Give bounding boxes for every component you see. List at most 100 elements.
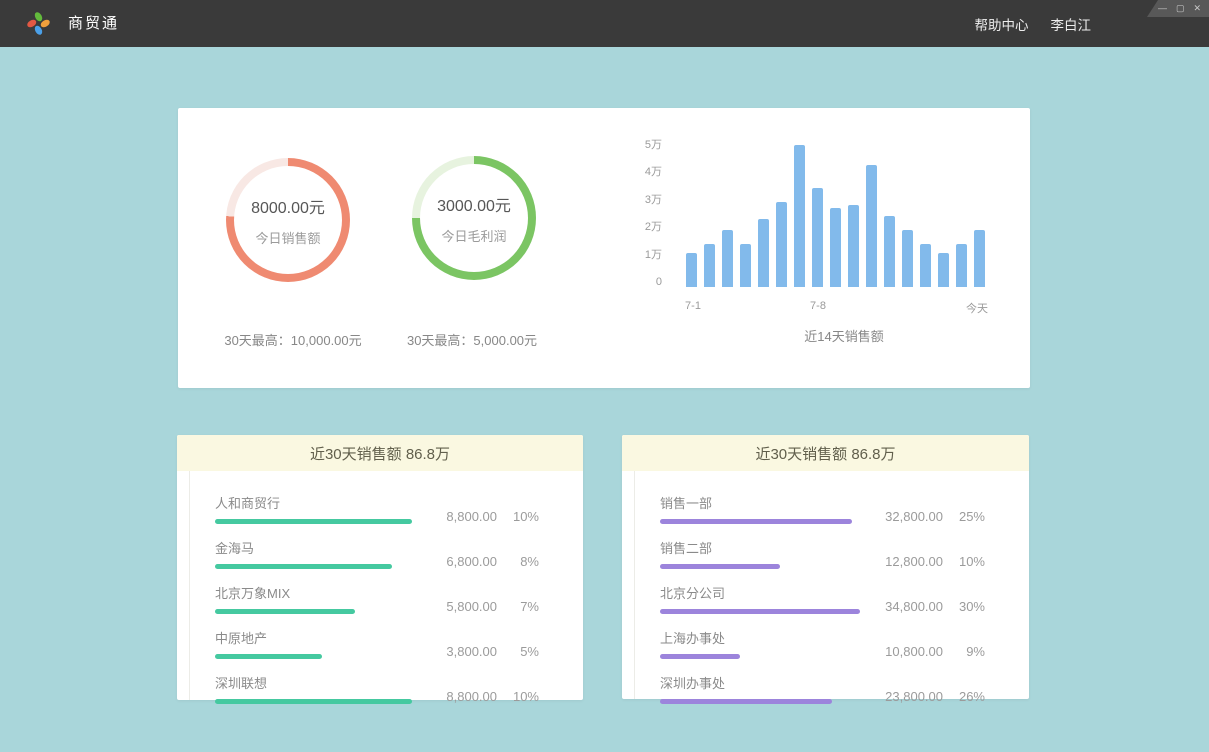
ranking-row: 北京分公司 34,800.0030% (660, 583, 985, 614)
sales-bar (902, 230, 913, 287)
sales-bar (830, 208, 841, 288)
x-axis-tick: 7-8 (810, 300, 826, 312)
x-axis-tick: 7-1 (685, 300, 701, 312)
sales-bar (866, 165, 877, 287)
customer-ranking-list: 人和商贸行8,800.0010%金海马6,800.008%北京万象MIX5,80… (177, 471, 583, 704)
y-axis-tick: 0 (578, 276, 662, 289)
ranking-row-values: 34,800.0030% (869, 599, 985, 614)
sales-bar (956, 244, 967, 287)
window-minimize-button[interactable]: — (1158, 4, 1167, 13)
ranking-row-values: 8,800.0010% (423, 509, 539, 524)
today-profit-label: 今日毛利润 (441, 226, 506, 245)
overview-card: 8000.00元 今日销售额 3000.00元 今日毛利润 30天最高：10,0… (178, 108, 1030, 388)
sales-bar (812, 188, 823, 287)
ranking-item-percent: 10% (943, 554, 985, 569)
sales-bar (884, 216, 895, 287)
department-ranking-header: 近30天销售额 86.8万 (622, 435, 1029, 471)
ranking-row: 销售二部 12,800.0010% (660, 538, 985, 569)
ranking-item-percent: 25% (943, 509, 985, 524)
today-sales-label: 今日销售额 (255, 228, 320, 247)
ranking-item-percent: 10% (497, 689, 539, 704)
ranking-row-left: 销售二部 (660, 538, 780, 569)
y-axis-tick: 1万 (578, 249, 662, 262)
ranking-item-bar (215, 519, 412, 524)
help-center-link[interactable]: 帮助中心 (975, 14, 1029, 34)
customer-ranking-body: 人和商贸行 8,800.0010% 金海马 6,800.008% 北京万象MIX5,80… (177, 471, 583, 700)
app-logo-icon (25, 10, 52, 37)
ranking-item-name: 销售一部 (660, 493, 852, 512)
ranking-row-left: 深圳联想 (215, 673, 412, 704)
today-profit-donut-center: 3000.00元 今日毛利润 (420, 164, 528, 272)
title-bar-right: 帮助中心 李白江 (975, 0, 1092, 47)
ranking-row-values: 6,800.008% (423, 554, 539, 569)
ranking-item-percent: 8% (497, 554, 539, 569)
y-axis-tick: 2万 (578, 221, 662, 234)
today-sales-value: 8000.00元 (251, 194, 325, 218)
ranking-row: 北京万象MIX5,800.007% (215, 583, 539, 614)
ranking-row-left: 金海马 (215, 538, 392, 569)
window-close-button[interactable]: ✕ (1193, 4, 1201, 13)
sales-bar (704, 244, 715, 287)
ranking-row: 上海办事处 10,800.009% (660, 628, 985, 659)
sales-bar (686, 253, 697, 287)
customer-ranking-header: 近30天销售额 86.8万 (177, 435, 583, 471)
ranking-row-values: 32,800.0025% (869, 509, 985, 524)
ranking-item-percent: 10% (497, 509, 539, 524)
ranking-row-left: 中原地产 (215, 628, 322, 659)
sales-bar (920, 244, 931, 287)
ranking-row-values: 10,800.009% (869, 644, 985, 659)
ranking-item-bar (660, 654, 740, 659)
ranking-item-amount: 8,800.00 (423, 509, 497, 524)
sales-bar (848, 205, 859, 287)
department-ranking-body: 销售一部 32,800.0025% 销售二部 12,800.0010% 北京分公司 34,… (622, 471, 1029, 699)
sales-bar (938, 253, 949, 287)
ranking-item-amount: 34,800.00 (869, 599, 943, 614)
ranking-item-bar (660, 609, 860, 614)
ranking-row-values: 12,800.0010% (869, 554, 985, 569)
ranking-item-name: 销售二部 (660, 538, 780, 557)
ranking-row: 金海马 6,800.008% (215, 538, 539, 569)
sales-bar (740, 244, 751, 287)
x-axis-tick: 今天 (966, 300, 988, 316)
ranking-row-left: 人和商贸行 (215, 493, 412, 524)
ranking-item-name: 金海马 (215, 538, 392, 557)
ranking-item-bar (215, 699, 412, 704)
ranking-row-left: 销售一部 (660, 493, 852, 524)
ranking-row-left: 北京分公司 (660, 583, 860, 614)
app-title: 商贸通 (68, 0, 119, 47)
y-axis-tick: 5万 (578, 139, 662, 152)
sales-bar (776, 202, 787, 287)
customer-ranking-title: 近30天销售额 86.8万 (310, 443, 450, 464)
sales-bar (758, 219, 769, 287)
sales-bar (722, 230, 733, 287)
window-maximize-button[interactable]: ▢ (1176, 4, 1185, 13)
ranking-item-bar (660, 519, 852, 524)
ranking-item-percent: 5% (497, 644, 539, 659)
bar-chart-title: 近14天销售额 (804, 326, 883, 345)
ranking-item-bar (215, 609, 355, 614)
ranking-item-name: 中原地产 (215, 628, 322, 647)
today-profit-value: 3000.00元 (437, 192, 511, 216)
ranking-row-values: 8,800.0010% (423, 689, 539, 704)
ranking-item-bar (660, 564, 780, 569)
ranking-item-bar (215, 654, 322, 659)
ranking-row: 深圳联想 8,800.0010% (215, 673, 539, 704)
window-controls: — ▢ ✕ (1147, 0, 1209, 17)
department-ranking-card: 近30天销售额 86.8万 销售一部 32,800.0025% 销售二部 12,800… (622, 435, 1029, 699)
user-name[interactable]: 李白江 (1051, 14, 1092, 34)
ranking-row-left: 深圳办事处 (660, 673, 832, 704)
sales-30day-max-caption: 30天最高：10,000.00元 (224, 330, 361, 349)
ranking-item-amount: 3,800.00 (423, 644, 497, 659)
ranking-item-amount: 32,800.00 (869, 509, 943, 524)
ranking-item-name: 深圳办事处 (660, 673, 832, 692)
ranking-row-values: 3,800.005% (423, 644, 539, 659)
ranking-row-left: 上海办事处 (660, 628, 740, 659)
ranking-item-name: 人和商贸行 (215, 493, 412, 512)
ranking-item-percent: 9% (943, 644, 985, 659)
ranking-row: 深圳办事处23,800.0026% (660, 673, 985, 704)
sales-bar (974, 230, 985, 287)
y-axis-tick: 4万 (578, 166, 662, 179)
sales-bar (794, 145, 805, 287)
ranking-item-bar (215, 564, 392, 569)
ranking-item-name: 北京万象MIX (215, 583, 355, 602)
